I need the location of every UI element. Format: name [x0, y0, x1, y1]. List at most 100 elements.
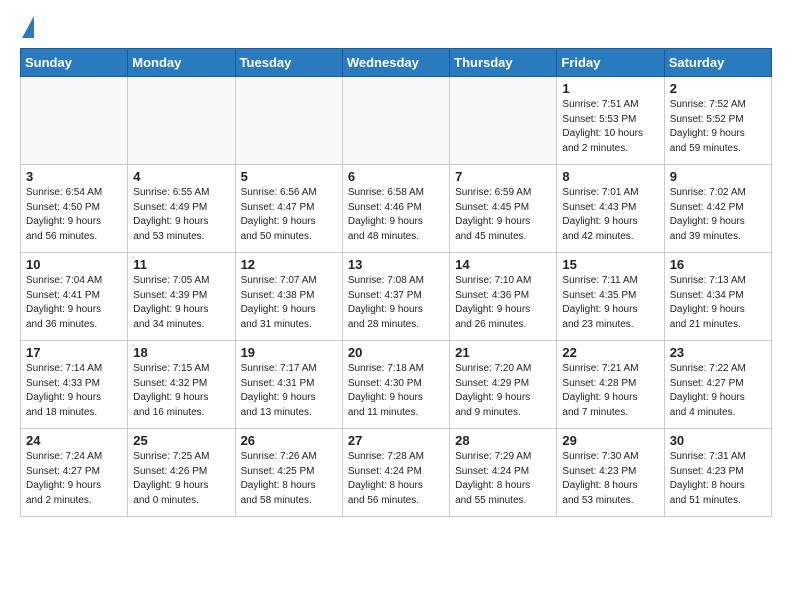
day-info: Sunrise: 7:29 AM Sunset: 4:24 PM Dayligh…	[455, 450, 551, 508]
day-info: Sunrise: 7:31 AM Sunset: 4:23 PM Dayligh…	[670, 450, 766, 508]
day-info: Sunrise: 7:13 AM Sunset: 4:34 PM Dayligh…	[670, 274, 766, 332]
day-info: Sunrise: 7:14 AM Sunset: 4:33 PM Dayligh…	[26, 362, 122, 420]
calendar-cell: 6 Sunrise: 6:58 AM Sunset: 4:46 PM Daylig…	[342, 165, 449, 253]
calendar-cell: 24 Sunrise: 7:24 AM Sunset: 4:27 PM Dayli…	[21, 429, 128, 517]
calendar-cell: 19Sunrise: 7:17 AM Sunset: 4:31 PM Dayli…	[235, 341, 342, 429]
calendar-cell	[21, 77, 128, 165]
day-number: 6	[348, 169, 444, 184]
calendar-cell: 8 Sunrise: 7:01 AM Sunset: 4:43 PM Daylig…	[557, 165, 664, 253]
calendar-cell: 4 Sunrise: 6:55 AM Sunset: 4:49 PM Daylig…	[128, 165, 235, 253]
day-info: Sunrise: 7:22 AM Sunset: 4:27 PM Dayligh…	[670, 362, 766, 420]
calendar-cell: 5 Sunrise: 6:56 AM Sunset: 4:47 PM Daylig…	[235, 165, 342, 253]
day-number: 18	[133, 345, 229, 360]
calendar-cell: 13Sunrise: 7:08 AM Sunset: 4:37 PM Dayli…	[342, 253, 449, 341]
week-row-0: 1 Sunrise: 7:51 AM Sunset: 5:53 PM Daylig…	[21, 77, 772, 165]
weekday-header-sunday: Sunday	[21, 49, 128, 77]
weekday-header-wednesday: Wednesday	[342, 49, 449, 77]
day-number: 24	[26, 433, 122, 448]
calendar-cell	[342, 77, 449, 165]
calendar-cell	[128, 77, 235, 165]
day-number: 30	[670, 433, 766, 448]
day-info: Sunrise: 7:28 AM Sunset: 4:24 PM Dayligh…	[348, 450, 444, 508]
day-info: Sunrise: 7:24 AM Sunset: 4:27 PM Dayligh…	[26, 450, 122, 508]
calendar-table: SundayMondayTuesdayWednesdayThursdayFrid…	[20, 48, 772, 517]
calendar-cell: 17Sunrise: 7:14 AM Sunset: 4:33 PM Dayli…	[21, 341, 128, 429]
day-number: 23	[670, 345, 766, 360]
calendar-cell: 23 Sunrise: 7:22 AM Sunset: 4:27 PM Dayli…	[664, 341, 771, 429]
day-number: 28	[455, 433, 551, 448]
day-info: Sunrise: 7:51 AM Sunset: 5:53 PM Dayligh…	[562, 98, 658, 156]
calendar-cell: 7 Sunrise: 6:59 AM Sunset: 4:45 PM Daylig…	[450, 165, 557, 253]
calendar-cell: 3 Sunrise: 6:54 AM Sunset: 4:50 PM Daylig…	[21, 165, 128, 253]
calendar-cell: 20Sunrise: 7:18 AM Sunset: 4:30 PM Dayli…	[342, 341, 449, 429]
day-number: 1	[562, 81, 658, 96]
day-info: Sunrise: 7:20 AM Sunset: 4:29 PM Dayligh…	[455, 362, 551, 420]
day-info: Sunrise: 7:30 AM Sunset: 4:23 PM Dayligh…	[562, 450, 658, 508]
calendar-cell: 14 Sunrise: 7:10 AM Sunset: 4:36 PM Dayli…	[450, 253, 557, 341]
logo-triangle-icon	[22, 16, 34, 38]
weekday-header-tuesday: Tuesday	[235, 49, 342, 77]
day-number: 14	[455, 257, 551, 272]
calendar-cell: 12Sunrise: 7:07 AM Sunset: 4:38 PM Dayli…	[235, 253, 342, 341]
page: SundayMondayTuesdayWednesdayThursdayFrid…	[0, 0, 792, 533]
day-info: Sunrise: 6:58 AM Sunset: 4:46 PM Dayligh…	[348, 186, 444, 244]
day-info: Sunrise: 6:56 AM Sunset: 4:47 PM Dayligh…	[241, 186, 337, 244]
day-number: 8	[562, 169, 658, 184]
weekday-header-row: SundayMondayTuesdayWednesdayThursdayFrid…	[21, 49, 772, 77]
day-info: Sunrise: 6:55 AM Sunset: 4:49 PM Dayligh…	[133, 186, 229, 244]
day-number: 25	[133, 433, 229, 448]
header	[20, 16, 772, 38]
calendar-cell: 22 Sunrise: 7:21 AM Sunset: 4:28 PM Dayli…	[557, 341, 664, 429]
day-info: Sunrise: 7:05 AM Sunset: 4:39 PM Dayligh…	[133, 274, 229, 332]
calendar-cell: 28 Sunrise: 7:29 AM Sunset: 4:24 PM Dayli…	[450, 429, 557, 517]
calendar-cell: 16 Sunrise: 7:13 AM Sunset: 4:34 PM Dayli…	[664, 253, 771, 341]
day-number: 4	[133, 169, 229, 184]
day-info: Sunrise: 7:15 AM Sunset: 4:32 PM Dayligh…	[133, 362, 229, 420]
calendar-cell: 9 Sunrise: 7:02 AM Sunset: 4:42 PM Daylig…	[664, 165, 771, 253]
calendar-cell: 10 Sunrise: 7:04 AM Sunset: 4:41 PM Dayli…	[21, 253, 128, 341]
day-info: Sunrise: 7:21 AM Sunset: 4:28 PM Dayligh…	[562, 362, 658, 420]
weekday-header-saturday: Saturday	[664, 49, 771, 77]
day-number: 11	[133, 257, 229, 272]
day-info: Sunrise: 7:02 AM Sunset: 4:42 PM Dayligh…	[670, 186, 766, 244]
day-number: 16	[670, 257, 766, 272]
weekday-header-thursday: Thursday	[450, 49, 557, 77]
day-info: Sunrise: 7:26 AM Sunset: 4:25 PM Dayligh…	[241, 450, 337, 508]
day-number: 20	[348, 345, 444, 360]
day-info: Sunrise: 7:25 AM Sunset: 4:26 PM Dayligh…	[133, 450, 229, 508]
calendar-cell: 26 Sunrise: 7:26 AM Sunset: 4:25 PM Dayli…	[235, 429, 342, 517]
day-info: Sunrise: 7:11 AM Sunset: 4:35 PM Dayligh…	[562, 274, 658, 332]
calendar-cell	[235, 77, 342, 165]
day-number: 29	[562, 433, 658, 448]
day-number: 5	[241, 169, 337, 184]
weekday-header-monday: Monday	[128, 49, 235, 77]
calendar-cell: 2 Sunrise: 7:52 AM Sunset: 5:52 PM Daylig…	[664, 77, 771, 165]
day-info: Sunrise: 6:54 AM Sunset: 4:50 PM Dayligh…	[26, 186, 122, 244]
week-row-3: 17Sunrise: 7:14 AM Sunset: 4:33 PM Dayli…	[21, 341, 772, 429]
calendar-body: 1 Sunrise: 7:51 AM Sunset: 5:53 PM Daylig…	[21, 77, 772, 517]
week-row-4: 24 Sunrise: 7:24 AM Sunset: 4:27 PM Dayli…	[21, 429, 772, 517]
day-info: Sunrise: 7:04 AM Sunset: 4:41 PM Dayligh…	[26, 274, 122, 332]
day-number: 27	[348, 433, 444, 448]
day-number: 2	[670, 81, 766, 96]
day-number: 7	[455, 169, 551, 184]
day-number: 9	[670, 169, 766, 184]
day-number: 21	[455, 345, 551, 360]
week-row-2: 10 Sunrise: 7:04 AM Sunset: 4:41 PM Dayli…	[21, 253, 772, 341]
day-info: Sunrise: 7:08 AM Sunset: 4:37 PM Dayligh…	[348, 274, 444, 332]
day-number: 12	[241, 257, 337, 272]
day-info: Sunrise: 7:01 AM Sunset: 4:43 PM Dayligh…	[562, 186, 658, 244]
day-number: 22	[562, 345, 658, 360]
day-number: 26	[241, 433, 337, 448]
calendar-cell: 18 Sunrise: 7:15 AM Sunset: 4:32 PM Dayli…	[128, 341, 235, 429]
calendar-cell: 11 Sunrise: 7:05 AM Sunset: 4:39 PM Dayli…	[128, 253, 235, 341]
day-info: Sunrise: 6:59 AM Sunset: 4:45 PM Dayligh…	[455, 186, 551, 244]
calendar-cell: 15Sunrise: 7:11 AM Sunset: 4:35 PM Dayli…	[557, 253, 664, 341]
day-info: Sunrise: 7:10 AM Sunset: 4:36 PM Dayligh…	[455, 274, 551, 332]
day-number: 3	[26, 169, 122, 184]
day-number: 10	[26, 257, 122, 272]
day-info: Sunrise: 7:52 AM Sunset: 5:52 PM Dayligh…	[670, 98, 766, 156]
calendar-cell: 30 Sunrise: 7:31 AM Sunset: 4:23 PM Dayli…	[664, 429, 771, 517]
calendar-cell	[450, 77, 557, 165]
day-number: 19	[241, 345, 337, 360]
